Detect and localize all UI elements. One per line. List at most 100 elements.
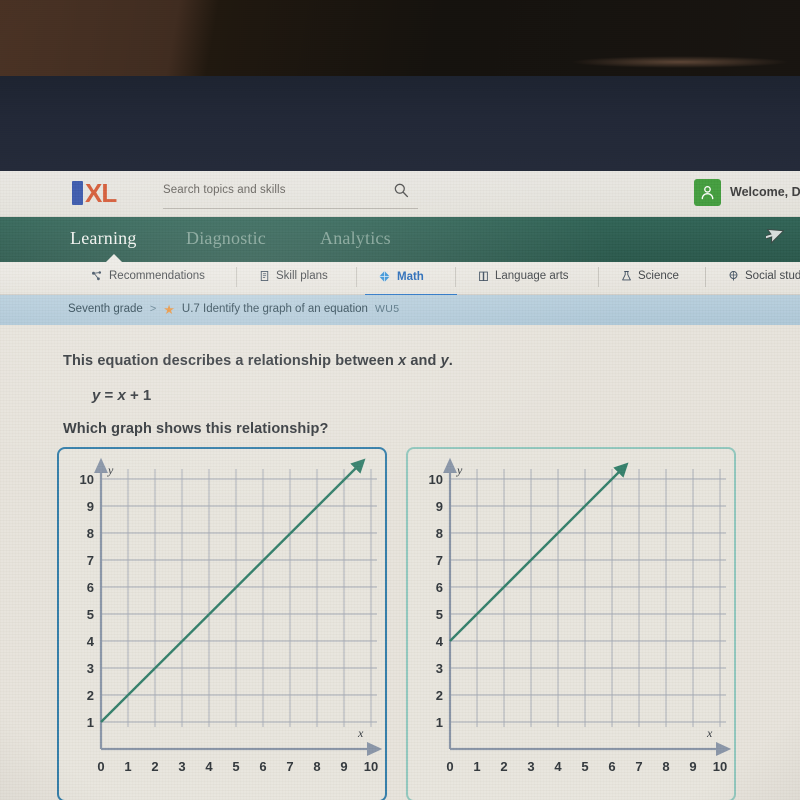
breadcrumb-bar: Seventh grade > ★ U.7 Identify the graph… [0, 295, 800, 325]
svg-text:3: 3 [87, 661, 94, 676]
graph-b-y-axis-label: y [456, 463, 463, 477]
svg-text:10: 10 [80, 472, 94, 487]
question-var-y: y [440, 353, 449, 369]
photo-dark-surround-top [0, 0, 800, 76]
svg-text:10: 10 [364, 759, 378, 774]
svg-text:2: 2 [151, 759, 158, 774]
breadcrumb-code: WU5 [374, 303, 400, 315]
breadcrumb-separator: > [149, 303, 157, 315]
tab-math[interactable]: Math [365, 269, 457, 297]
language-arts-icon [479, 271, 488, 282]
svg-text:6: 6 [87, 580, 94, 595]
nav-item-analytics[interactable]: Analytics [320, 228, 391, 249]
science-icon [622, 270, 631, 281]
svg-text:6: 6 [608, 759, 615, 774]
tab-separator [598, 267, 599, 287]
graph-option-b[interactable]: y x 10 9 8 7 6 5 4 3 2 1 0 1 2 3 4 5 6 7… [406, 447, 736, 800]
equation: y = x + 1 [92, 387, 151, 404]
graph-b-svg: y x 10 9 8 7 6 5 4 3 2 1 0 1 2 3 4 5 6 7… [429, 457, 732, 774]
breadcrumb-skill: U.7 Identify the graph of an equation [181, 303, 368, 315]
svg-text:4: 4 [436, 634, 444, 649]
graph-a-y-ticks: 10 9 8 7 6 5 4 3 2 1 [80, 472, 95, 730]
svg-text:2: 2 [87, 688, 94, 703]
star-icon[interactable]: ★ [163, 303, 175, 316]
graph-a-plot: y x 10 9 8 7 6 5 4 3 2 1 0 1 2 3 4 5 6 7… [59, 449, 385, 800]
main-nav: Learning Diagnostic Analytics [0, 217, 800, 263]
question-statement-part1: This equation describes a relationship b… [63, 353, 399, 369]
logo-i-block [72, 181, 83, 205]
svg-text:2: 2 [436, 688, 443, 703]
svg-text:10: 10 [429, 472, 443, 487]
svg-text:9: 9 [87, 499, 94, 514]
skill-plans-icon [260, 270, 269, 282]
svg-text:4: 4 [87, 634, 95, 649]
tab-label: Social stud [745, 270, 800, 282]
graph-option-a[interactable]: y x 10 9 8 7 6 5 4 3 2 1 0 1 2 3 4 5 6 7… [57, 447, 387, 800]
svg-text:3: 3 [436, 661, 443, 676]
nav-item-learning[interactable]: Learning [70, 228, 137, 249]
question-statement-and: and [406, 353, 441, 369]
graph-a-gridlines-vertical [127, 469, 372, 727]
svg-text:0: 0 [97, 759, 104, 774]
svg-text:5: 5 [87, 607, 94, 622]
subject-tabs: Recommendations Skill plans Math Languag… [0, 262, 800, 297]
app-header: XL Search topics and skills Welcome, D [0, 171, 800, 217]
svg-text:9: 9 [436, 499, 443, 514]
svg-text:4: 4 [205, 759, 213, 774]
social-studies-icon [729, 271, 738, 281]
graph-b-gridlines-vertical [476, 469, 721, 727]
svg-text:3: 3 [527, 759, 534, 774]
search-placeholder: Search topics and skills [163, 184, 286, 196]
svg-text:7: 7 [436, 553, 443, 568]
svg-text:6: 6 [259, 759, 266, 774]
ixl-logo[interactable]: XL [72, 180, 150, 206]
mouse-cursor-icon [766, 228, 784, 245]
tab-social-studies[interactable]: Social stud [727, 269, 800, 283]
svg-text:2: 2 [500, 759, 507, 774]
tab-label: Skill plans [276, 270, 328, 282]
tab-label: Math [397, 270, 424, 283]
svg-text:7: 7 [87, 553, 94, 568]
svg-text:8: 8 [662, 759, 669, 774]
graph-a-y-axis-label: y [107, 463, 114, 477]
tab-separator [705, 267, 706, 287]
svg-text:7: 7 [635, 759, 642, 774]
svg-text:1: 1 [436, 715, 443, 730]
graph-b-line-series [449, 462, 629, 642]
graph-b-x-ticks: 0 1 2 3 4 5 6 7 8 9 10 [446, 759, 727, 774]
svg-text:5: 5 [232, 759, 239, 774]
ixl-page: XL Search topics and skills Welcome, D L… [0, 171, 800, 800]
user-icon [701, 185, 714, 200]
tab-science[interactable]: Science [620, 269, 679, 283]
tab-separator [455, 267, 456, 287]
tab-label: Recommendations [109, 270, 205, 282]
svg-text:1: 1 [124, 759, 131, 774]
breadcrumb: Seventh grade > ★ U.7 Identify the graph… [68, 303, 400, 316]
svg-text:8: 8 [436, 526, 443, 541]
svg-text:1: 1 [87, 715, 94, 730]
nav-item-diagnostic[interactable]: Diagnostic [186, 228, 266, 249]
svg-text:3: 3 [178, 759, 185, 774]
graph-a-x-ticks: 0 1 2 3 4 5 6 7 8 9 10 [97, 759, 378, 774]
svg-text:6: 6 [436, 580, 443, 595]
search-icon[interactable] [393, 182, 409, 198]
photo-dark-surround-band [0, 76, 800, 171]
search-input[interactable]: Search topics and skills [163, 182, 418, 209]
tab-recommendations[interactable]: Recommendations [90, 269, 205, 283]
svg-text:7: 7 [286, 759, 293, 774]
recommendations-icon [92, 271, 102, 281]
tab-skill-plans[interactable]: Skill plans [258, 269, 328, 283]
tab-label: Language arts [495, 270, 569, 282]
breadcrumb-grade[interactable]: Seventh grade [68, 303, 143, 315]
question-prompt: Which graph shows this relationship? [63, 421, 329, 437]
question-area: This equation describes a relationship b… [0, 325, 800, 800]
equation-plus-one: + 1 [125, 387, 152, 404]
avatar[interactable] [694, 179, 721, 206]
question-statement-period: . [448, 353, 453, 369]
graph-b-x-axis-label: x [706, 726, 713, 740]
graph-a-line-series [100, 458, 366, 723]
graph-a-svg: y x 10 9 8 7 6 5 4 3 2 1 0 1 2 3 4 5 6 7… [80, 457, 383, 774]
equation-equals: = [100, 387, 118, 404]
math-icon [379, 270, 390, 283]
tab-language-arts[interactable]: Language arts [477, 269, 569, 283]
